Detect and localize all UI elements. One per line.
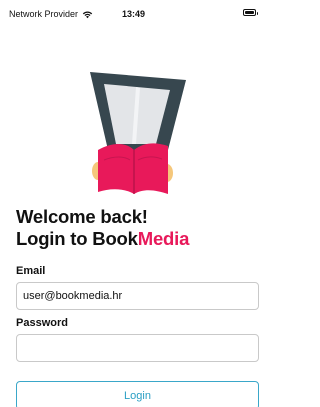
status-time: 13:49	[121, 9, 146, 19]
status-bar: Network Provider 13:49	[0, 0, 267, 28]
brand-name: Media	[137, 228, 190, 249]
reading-person-illustration	[90, 72, 186, 194]
book-left-cover	[98, 144, 134, 194]
heading-line-2: Login to BookMedia	[16, 228, 189, 250]
login-button[interactable]: Login	[16, 381, 259, 407]
welcome-heading: Welcome back! Login to BookMedia	[16, 206, 189, 250]
password-field[interactable]	[16, 334, 259, 362]
email-field[interactable]	[16, 282, 259, 310]
login-screen: Network Provider 13:49 Welcome back! Log…	[0, 0, 267, 407]
battery-icon	[243, 9, 258, 16]
heading-line-1: Welcome back!	[16, 206, 148, 227]
heading-prefix: Login to Book	[16, 228, 138, 249]
email-label: Email	[16, 265, 46, 277]
book-right-cover	[134, 143, 168, 194]
password-label: Password	[16, 317, 68, 329]
